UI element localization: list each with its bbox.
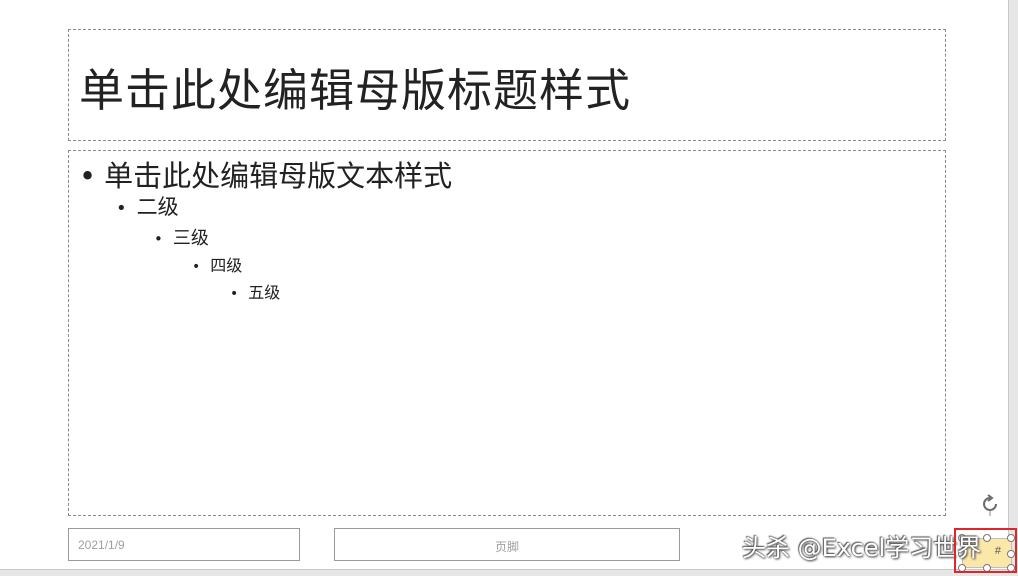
rotate-handle-icon[interactable] [978, 492, 1002, 516]
date-placeholder[interactable]: 2021/1/9 [68, 528, 300, 561]
slide-master-canvas[interactable]: 单击此处编辑母版标题样式 • 单击此处编辑母版文本样式 • 二级 • 三级 • 四级 •… [0, 0, 1015, 572]
bullet-level-5: • 五级 [230, 279, 280, 303]
bullet-level-2-text: 二级 [136, 195, 179, 219]
bullet-dot: • [79, 159, 97, 193]
bullet-level-3: • 三级 [154, 224, 209, 250]
bullet-dot: • [230, 286, 239, 302]
title-placeholder[interactable]: 单击此处编辑母版标题样式 [68, 29, 946, 141]
bullet-dot: • [154, 230, 163, 248]
bullet-dot: • [116, 198, 127, 219]
title-text: 单击此处编辑母版标题样式 [79, 64, 632, 117]
bullet-level-3-text: 三级 [172, 228, 209, 249]
bullet-level-4-text: 四级 [210, 256, 243, 275]
bullet-level-1: • 单击此处编辑母版文本样式 [79, 153, 452, 195]
bullet-level-2: • 二级 [116, 191, 179, 221]
bullet-level-5-text: 五级 [248, 283, 281, 302]
bullet-level-4: • 四级 [192, 252, 242, 276]
bullet-dot: • [192, 259, 201, 275]
footer-placeholder[interactable]: 页脚 [334, 528, 680, 561]
watermark-text: 头杀 @Excel学习世界 [742, 534, 982, 562]
date-text: 2021/1/9 [78, 538, 125, 552]
body-placeholder[interactable]: • 单击此处编辑母版文本样式 • 二级 • 三级 • 四级 • 五级 [68, 150, 946, 516]
highlight-box [954, 528, 1017, 573]
footer-text: 页脚 [494, 540, 519, 554]
bullet-level-1-text: 单击此处编辑母版文本样式 [104, 159, 453, 193]
